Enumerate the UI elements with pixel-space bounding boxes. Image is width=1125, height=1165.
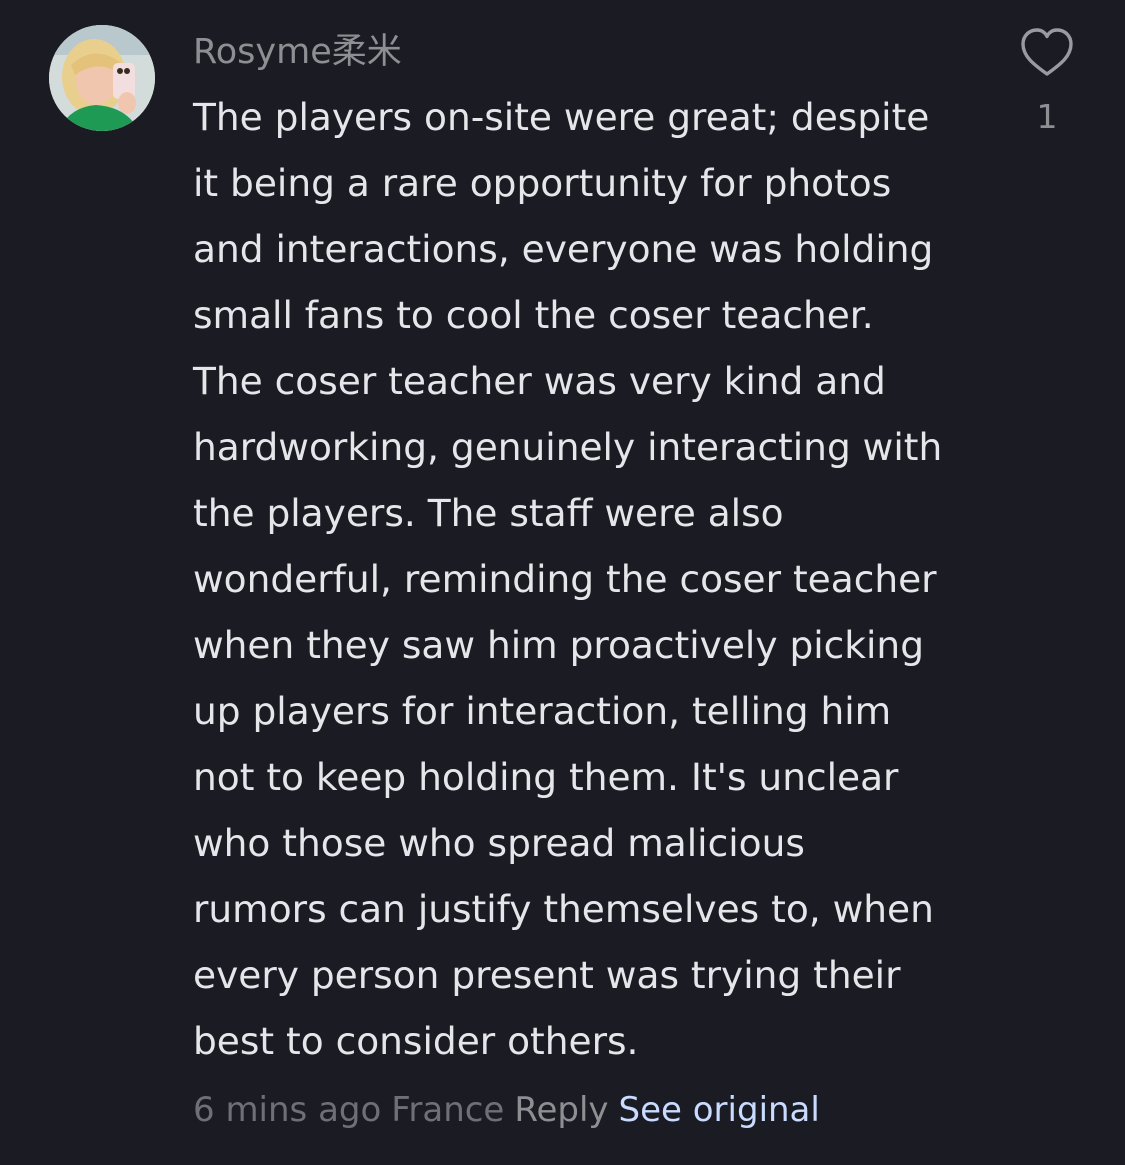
comment-line: the players. The staff were also bbox=[193, 491, 784, 535]
comment-line: hardworking, genuinely interacting with bbox=[193, 425, 943, 469]
heart-icon[interactable] bbox=[1019, 27, 1075, 79]
comment-line: wonderful, reminding the coser teacher bbox=[193, 557, 937, 601]
comment-line: up players for interaction, telling him bbox=[193, 689, 892, 733]
comment-item: Rosyme柔米 The players on-site were great;… bbox=[0, 0, 1125, 1165]
username[interactable]: Rosyme柔米 bbox=[193, 28, 402, 76]
comment-line: The coser teacher was very kind and bbox=[193, 359, 886, 403]
comment-meta: 6 mins ago France Reply See original bbox=[193, 1086, 820, 1134]
comment-line: every person present was trying their bbox=[193, 953, 901, 997]
user-avatar[interactable] bbox=[49, 25, 155, 131]
comment-line: who those who spread malicious bbox=[193, 821, 805, 865]
like-count: 1 bbox=[1036, 97, 1058, 136]
comment-line: and interactions, everyone was holding bbox=[193, 227, 934, 271]
location: France bbox=[391, 1090, 505, 1130]
timestamp: 6 mins ago bbox=[193, 1090, 382, 1130]
comment-line: best to consider others. bbox=[193, 1019, 639, 1063]
reply-button[interactable]: Reply bbox=[514, 1090, 608, 1130]
comment-line: not to keep holding them. It's unclear bbox=[193, 755, 899, 799]
comment-line: it being a rare opportunity for photos bbox=[193, 161, 892, 205]
comment-line: when they saw him proactively picking bbox=[193, 623, 924, 667]
comment-text: The players on-site were great; despite … bbox=[193, 84, 983, 1074]
see-original-link[interactable]: See original bbox=[619, 1090, 820, 1130]
comment-line: The players on-site were great; despite bbox=[193, 95, 930, 139]
comment-line: rumors can justify themselves to, when bbox=[193, 887, 934, 931]
comment-line: small fans to cool the coser teacher. bbox=[193, 293, 874, 337]
